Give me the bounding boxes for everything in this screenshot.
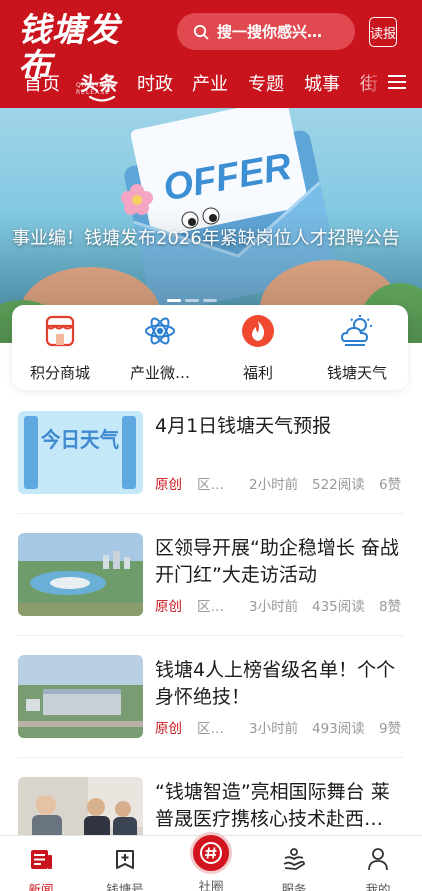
hashtag-icon (200, 842, 222, 864)
news-thumbnail (18, 533, 143, 616)
divider (18, 513, 403, 514)
carousel-dot-active (167, 299, 181, 302)
news-meta: 原创 区… 3小时前 435阅读 8赞 (155, 595, 403, 615)
news-reads: 493阅读 (312, 721, 365, 737)
news-thumbnail (18, 655, 143, 738)
quick-entry-label: 福利 (242, 364, 273, 382)
news-title: “钱塘智造”亮相国际舞台 莱普晟医疗携核心技术赴西… (155, 781, 390, 830)
quick-entry-weather[interactable]: 钱塘天气 (309, 313, 405, 383)
original-tag: 原创 (155, 721, 182, 737)
search-placeholder: 搜一搜你感兴… (217, 23, 323, 41)
quick-entry-label: 钱塘天气 (326, 364, 387, 382)
atom-icon (145, 317, 175, 345)
carousel-dot (203, 299, 217, 302)
bottom-navigation: 新闻 钱塘号 社圈 服务 我的 (0, 832, 422, 891)
tab-industry[interactable]: 产业 (192, 70, 228, 96)
search-box[interactable]: 搜一搜你感兴… (177, 13, 355, 50)
nav-services[interactable]: 服务 (259, 846, 329, 891)
quick-entry-label: 积分商城 (29, 364, 90, 382)
news-time: 3小时前 (249, 599, 299, 615)
quick-entry-points-mall[interactable]: 积分商城 (12, 313, 108, 383)
app-logo[interactable]: 钱塘发布 QIANTANG RELEASE (18, 12, 146, 97)
people-meeting-image (18, 777, 143, 835)
news-thumbnail: 今日天气 (18, 411, 143, 494)
active-tab-indicator (88, 96, 116, 102)
news-thumbnail (18, 777, 143, 835)
news-meta: 原创 区… 2小时前 522阅读 6赞 (155, 473, 403, 493)
add-square-icon (116, 850, 134, 869)
news-item[interactable]: “钱塘智造”亮相国际舞台 莱普晟医疗携核心技术赴西… (18, 777, 403, 835)
tabs-fade (356, 62, 386, 102)
news-title: 4月1日钱塘天气预报 (155, 415, 332, 437)
news-source: 区… (197, 477, 224, 493)
original-tag: 原创 (155, 599, 182, 615)
quick-entry-panel: 积分商城 产业微… 福利 钱塘天气 (12, 305, 408, 390)
nav-label: 钱塘号 (106, 882, 144, 891)
news-likes: 9赞 (379, 721, 402, 737)
nav-profile[interactable]: 我的 (343, 846, 413, 891)
carousel-dot (185, 299, 199, 302)
news-likes: 8赞 (379, 599, 402, 615)
nav-qiantang-account[interactable]: 钱塘号 (90, 846, 160, 891)
news-reads: 522阅读 (312, 477, 365, 493)
search-icon (193, 24, 209, 39)
news-source: 区… (197, 721, 224, 737)
tab-city[interactable]: 城事 (304, 70, 340, 96)
news-item[interactable]: 今日天气 4月1日钱塘天气预报 原创 区… 2小时前 522阅读 6赞 (18, 411, 403, 521)
news-meta: 原创 区… 3小时前 493阅读 9赞 (155, 717, 403, 737)
shop-icon (45, 315, 75, 347)
nav-label: 服务 (281, 882, 307, 891)
news-time: 3小时前 (249, 721, 299, 737)
quick-entry-label: 产业微… (129, 364, 190, 382)
banner-title[interactable]: 事业编！钱塘发布2026年紧缺岗位人才招聘公告 (12, 226, 407, 252)
news-time: 2小时前 (249, 477, 299, 493)
nav-label: 我的 (365, 882, 391, 891)
news-title: 区领导开展“助企稳增长 奋战开门红”大走访活动 (155, 537, 399, 586)
tab-politics[interactable]: 时政 (137, 70, 173, 96)
carousel-indicator (167, 287, 227, 302)
tab-home[interactable]: 首页 (24, 70, 60, 96)
nav-community-button[interactable] (190, 832, 232, 874)
weather-icon (340, 315, 372, 346)
thumb-text: 今日天气 (41, 428, 119, 452)
news-icon (31, 850, 52, 869)
divider (18, 635, 403, 636)
original-tag: 原创 (155, 477, 182, 493)
nav-news[interactable]: 新闻 (6, 846, 76, 891)
divider (18, 757, 403, 758)
read-newspaper-button[interactable]: 读报 (369, 17, 397, 47)
city-aerial-image (18, 533, 143, 616)
weather-thumbnail-image: 今日天气 (18, 411, 143, 494)
menu-icon[interactable] (388, 74, 406, 90)
quick-entry-welfare[interactable]: 福利 (210, 313, 306, 383)
news-item[interactable]: 钱塘4人上榜省级名单！个个身怀绝技！ 原创 区… 3小时前 493阅读 9赞 (18, 655, 403, 765)
factory-aerial-image (18, 655, 143, 738)
nav-label: 新闻 (28, 882, 54, 891)
news-source: 区… (197, 599, 224, 615)
person-icon (368, 848, 388, 871)
top-header: 钱塘发布 QIANTANG RELEASE 搜一搜你感兴… 读报 首页 头条 时… (0, 0, 422, 108)
flame-icon (242, 315, 274, 347)
quick-entry-industry[interactable]: 产业微… (112, 313, 208, 383)
news-item[interactable]: 区领导开展“助企稳增长 奋战开门红”大走访活动 原创 区… 3小时前 435阅读… (18, 533, 403, 643)
tab-headlines[interactable]: 头条 (80, 69, 118, 96)
tab-special[interactable]: 专题 (248, 70, 284, 96)
news-reads: 435阅读 (312, 599, 365, 615)
nav-label: 社圈 (198, 879, 224, 891)
news-title: 钱塘4人上榜省级名单！个个身怀绝技！ (155, 659, 396, 708)
news-likes: 6赞 (379, 477, 402, 493)
service-hand-icon (283, 848, 305, 870)
